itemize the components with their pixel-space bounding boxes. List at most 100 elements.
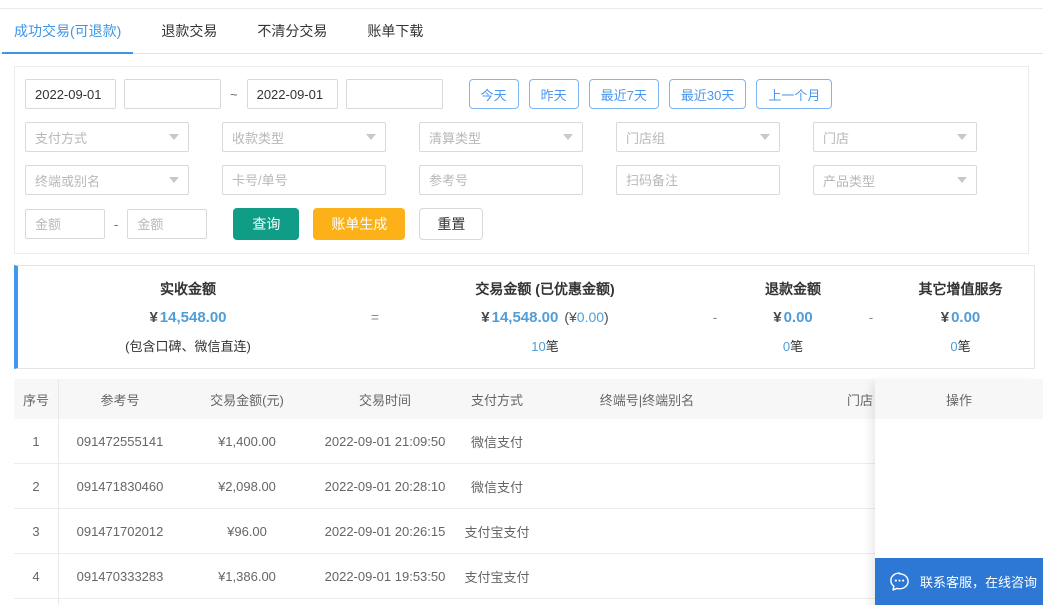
yesterday-button[interactable]: 昨天 [528, 79, 579, 109]
start-date-input[interactable] [25, 79, 116, 109]
cell-reference-no: 091471830460 [76, 478, 164, 494]
query-button[interactable]: 查询 [233, 208, 300, 240]
amount-min-input[interactable] [25, 209, 105, 239]
cell-seq: 1 [14, 419, 59, 463]
cell-amount: ¥96.00 [227, 523, 267, 539]
summary-transaction-title: 交易金额 (已优惠金额) [475, 281, 615, 297]
cell-terminal [537, 599, 757, 605]
header-amount: 交易金额(元) [210, 392, 284, 408]
chevron-down-icon [169, 134, 179, 140]
cell-amount: ¥2,098.00 [218, 478, 276, 494]
last-30-days-button[interactable]: 最近30天 [668, 79, 747, 109]
bill-generate-button[interactable]: 账单生成 [313, 208, 406, 240]
summary-received-value: ¥14,548.00 [149, 309, 227, 326]
tab-unsettled-transactions[interactable]: 不清分交易 [245, 9, 339, 54]
reference-number-input[interactable] [419, 165, 583, 195]
cell-payment-method: 微信支付 [470, 434, 523, 450]
transactions-page: 成功交易(可退款) 退款交易 不清分交易 账单下载 ~ 今天 昨天 最近7天 最… [0, 0, 1043, 605]
product-type-select[interactable]: 产品类型 [813, 165, 977, 195]
contact-support-label: 联系客服，在线咨询 [920, 575, 1038, 590]
cell-terminal [537, 509, 757, 553]
tab-successful-transactions[interactable]: 成功交易(可退款) [2, 9, 134, 54]
cell-reference-no: 091472555141 [76, 433, 164, 449]
payment-method-placeholder: 支付方式 [35, 130, 88, 146]
summary-received-title: 实收金额 [160, 281, 216, 297]
cell-terminal [537, 554, 757, 598]
reset-button[interactable]: 重置 [419, 208, 484, 240]
summary-other-count: 0笔 [950, 339, 971, 354]
today-button[interactable]: 今天 [468, 79, 519, 109]
cell-seq: 4 [14, 554, 59, 598]
collection-type-select[interactable]: 收款类型 [222, 122, 386, 152]
cell-seq: 5 [14, 599, 59, 605]
chevron-down-icon [563, 134, 573, 140]
header-reference-no: 参考号 [100, 392, 140, 408]
cell-payment-method: 微信支付 [457, 599, 537, 605]
cell-reference-no: 091471702012 [76, 523, 164, 539]
header-terminal: 终端号|终端别名 [599, 392, 695, 408]
summary-minus-sign: - [712, 309, 718, 325]
scan-note-input[interactable] [616, 165, 780, 195]
summary-bar: 实收金额 ¥14,548.00 (包含口碑、微信直连) = 交易金额 (已优惠金… [14, 265, 1035, 369]
last-7-days-button[interactable]: 最近7天 [588, 79, 659, 109]
summary-other-title: 其它增值服务 [918, 281, 1003, 297]
header-seq: 序号 [14, 379, 59, 419]
payment-method-select[interactable]: 支付方式 [25, 122, 189, 152]
chevron-down-icon [169, 177, 179, 183]
summary-other-services: 其它增值服务 ¥0.00 0笔 [888, 279, 1033, 355]
select-filters-row: 支付方式 收款类型 清算类型 门店组 门店 [25, 122, 1018, 152]
cell-amount: ¥1,026.00 [181, 599, 313, 605]
amount-max-input[interactable] [127, 209, 208, 239]
chevron-down-icon [366, 134, 376, 140]
date-range-separator: ~ [230, 86, 238, 102]
collection-type-placeholder: 收款类型 [232, 130, 285, 146]
end-time-input[interactable] [345, 79, 443, 109]
chevron-down-icon [957, 134, 967, 140]
cell-time: 2022-09-01 19:53:33 [313, 599, 457, 605]
summary-refund-title: 退款金额 [765, 281, 821, 297]
last-month-button[interactable]: 上一个月 [756, 79, 833, 109]
summary-refund-amount: 退款金额 ¥0.00 0笔 [732, 279, 854, 355]
header-operations: 操作 [875, 379, 1043, 419]
summary-refund-count: 0笔 [782, 339, 804, 354]
summary-other-value: ¥0.00 [940, 309, 981, 326]
product-type-placeholder: 产品类型 [823, 173, 876, 189]
cell-payment-method: 微信支付 [470, 479, 523, 495]
quick-date-buttons: 今天 昨天 最近7天 最近30天 上一个月 [468, 79, 833, 109]
store-group-placeholder: 门店组 [626, 130, 666, 146]
summary-received-note: (包含口碑、微信直连) [125, 339, 251, 354]
tab-refund-transactions[interactable]: 退款交易 [149, 9, 229, 54]
chat-bubble-icon [890, 572, 909, 591]
summary-received-amount: 实收金额 ¥14,548.00 (包含口碑、微信直连) [18, 279, 358, 355]
summary-transaction-count: 10笔 [531, 339, 559, 354]
cell-reference-no: 091470293607 [59, 599, 181, 605]
store-group-select[interactable]: 门店组 [616, 122, 780, 152]
summary-transaction-amount: 交易金额 (已优惠金额) ¥14,548.00 (¥0.00) 10笔 [392, 279, 698, 355]
start-time-input[interactable] [124, 79, 221, 109]
end-date-input[interactable] [246, 79, 338, 109]
terminal-or-alias-select[interactable]: 终端或别名 [25, 165, 189, 195]
header-payment-method: 支付方式 [470, 392, 523, 408]
cell-seq: 2 [14, 464, 59, 508]
card-number-input[interactable] [222, 165, 386, 195]
tab-bill-download[interactable]: 账单下载 [355, 9, 435, 54]
summary-refund-value: ¥0.00 [773, 309, 813, 326]
cell-amount: ¥1,400.00 [218, 433, 276, 449]
chevron-down-icon [957, 177, 967, 183]
text-filters-row: 终端或别名 产品类型 [25, 165, 1018, 195]
cell-payment-method: 支付宝支付 [464, 569, 530, 585]
cell-time: 2022-09-01 20:28:10 [324, 478, 446, 494]
cell-reference-no: 091470333283 [76, 568, 164, 584]
cell-terminal [537, 464, 757, 508]
summary-equals-sign: = [370, 309, 380, 325]
filter-panel: ~ 今天 昨天 最近7天 最近30天 上一个月 支付方式 收款类型 清算类型 [14, 66, 1029, 254]
clearing-type-select[interactable]: 清算类型 [419, 122, 583, 152]
date-range-row: ~ 今天 昨天 最近7天 最近30天 上一个月 [25, 79, 1018, 109]
store-select[interactable]: 门店 [813, 122, 977, 152]
clearing-type-placeholder: 清算类型 [429, 130, 482, 146]
contact-support-button[interactable]: 联系客服，在线咨询 [875, 558, 1043, 605]
amount-and-actions-row: - 查询 账单生成 重置 [25, 208, 1018, 240]
terminal-or-alias-placeholder: 终端或别名 [35, 173, 101, 189]
cell-amount: ¥1,386.00 [218, 568, 276, 584]
chevron-down-icon [760, 134, 770, 140]
